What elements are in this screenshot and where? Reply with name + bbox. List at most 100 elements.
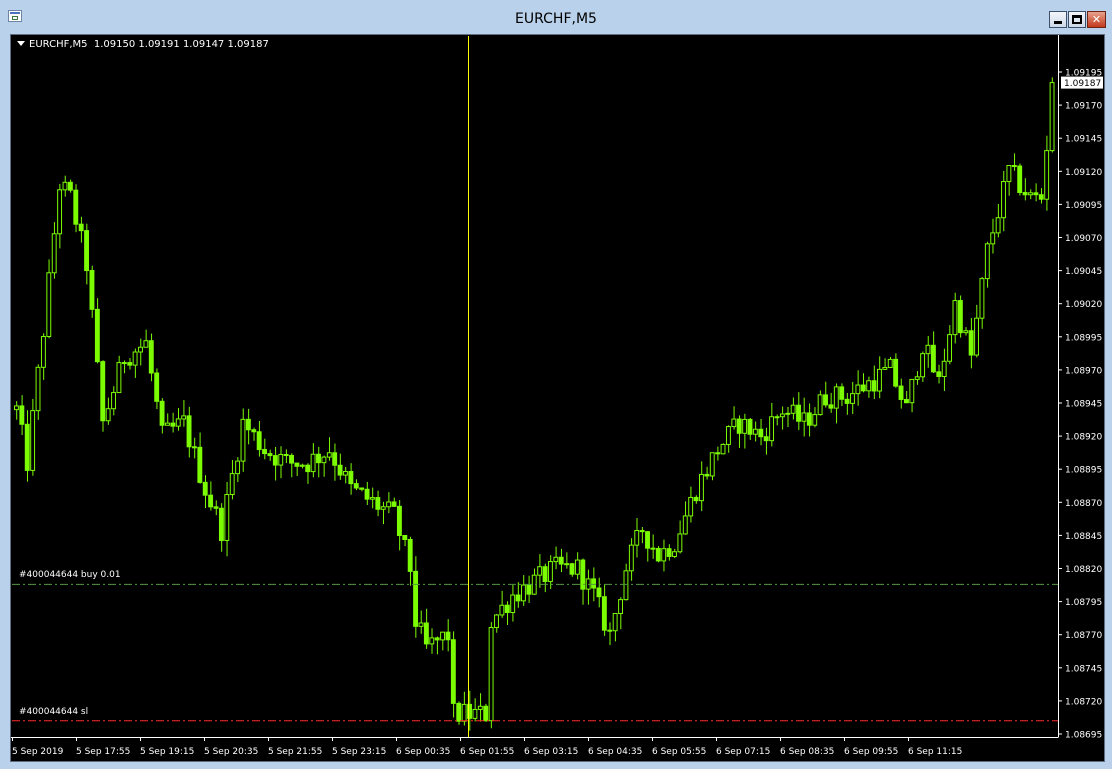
- candle-body: [709, 452, 715, 477]
- candle-body: [148, 340, 154, 374]
- price-chart[interactable]: 1.091951.091701.091451.091201.090951.090…: [11, 35, 1104, 761]
- candle-body: [326, 452, 332, 458]
- close-icon[interactable]: [1087, 11, 1106, 28]
- candle-body: [310, 453, 316, 473]
- candle-body: [1033, 192, 1039, 196]
- candle-body: [569, 563, 575, 575]
- candle-body: [218, 507, 224, 541]
- candle-body: [477, 705, 483, 710]
- candle-body: [299, 464, 305, 467]
- price-tick-label: 1.09170: [1065, 102, 1102, 112]
- candle-body: [850, 393, 855, 404]
- minimize-icon[interactable]: [1049, 11, 1067, 28]
- candle-body: [186, 415, 192, 448]
- candle-body: [769, 416, 775, 442]
- candle-body: [812, 414, 818, 426]
- time-tick-label: 6 Sep 11:15: [908, 747, 962, 757]
- candle-body: [375, 497, 381, 510]
- candle-body: [170, 422, 176, 427]
- candle-body: [779, 413, 785, 418]
- candle-body: [521, 584, 526, 602]
- buy-order-label[interactable]: #400044644 buy 0.01: [19, 570, 121, 581]
- price-tick-label: 1.09045: [1065, 267, 1102, 277]
- candle-body: [742, 418, 748, 434]
- candle-body: [132, 351, 138, 366]
- candle-body: [628, 544, 634, 572]
- candle-body: [666, 548, 672, 557]
- candle-body: [105, 408, 111, 422]
- candle-body: [785, 412, 791, 415]
- candle-body: [725, 426, 731, 445]
- candle-body: [472, 708, 478, 719]
- candle-body: [256, 431, 262, 451]
- candle-body: [542, 566, 548, 582]
- candle-body: [952, 300, 958, 336]
- candle-body: [693, 496, 699, 502]
- candle-body: [181, 415, 187, 420]
- candle-body: [100, 361, 106, 422]
- stop-loss-label[interactable]: #400044644 sl: [19, 707, 88, 718]
- maximize-icon[interactable]: [1068, 11, 1086, 28]
- price-tick-label: 1.08720: [1065, 697, 1102, 707]
- candle-body: [305, 464, 311, 473]
- time-tick-label: 6 Sep 03:15: [524, 747, 578, 757]
- candle-body: [1022, 191, 1028, 196]
- candle-body: [337, 464, 343, 476]
- candle-body: [202, 481, 208, 496]
- candle-body: [936, 371, 942, 377]
- chevron-down-icon[interactable]: [17, 41, 25, 46]
- candle-body: [499, 604, 505, 616]
- candle-body: [423, 622, 429, 645]
- candle-body: [73, 189, 79, 225]
- time-tick-label: 5 Sep 2019: [12, 747, 64, 757]
- candle-body: [591, 578, 597, 589]
- price-tick-label: 1.08920: [1065, 433, 1102, 443]
- candle-body: [19, 405, 25, 425]
- candle-body: [245, 418, 251, 431]
- candle-body: [979, 278, 985, 319]
- candle-body: [143, 340, 149, 348]
- candle-body: [154, 372, 160, 402]
- candle-body: [736, 418, 742, 434]
- candle-body: [704, 473, 710, 477]
- candle-body: [267, 453, 273, 457]
- time-tick-label: 6 Sep 05:55: [652, 747, 706, 757]
- candle-body: [957, 300, 963, 334]
- candle-body: [747, 418, 753, 435]
- candle-body: [1011, 165, 1017, 168]
- candle-body: [159, 400, 165, 426]
- candle-body: [688, 496, 694, 517]
- candle-body: [558, 556, 564, 565]
- candle-body: [677, 533, 683, 553]
- candle-body: [57, 189, 63, 235]
- candle-body: [418, 622, 424, 627]
- window-title: EURCHF,M5: [515, 11, 597, 27]
- time-tick-label: 5 Sep 20:35: [204, 747, 258, 757]
- candle-body: [650, 547, 656, 550]
- candle-body: [720, 443, 726, 455]
- candle-body: [601, 596, 607, 631]
- title-bar[interactable]: EURCHF,M5: [0, 0, 1112, 32]
- candle-body: [40, 336, 46, 368]
- candle-body: [941, 360, 947, 377]
- candle-body: [877, 368, 882, 392]
- candle-body: [224, 494, 230, 541]
- candle-body: [995, 217, 1001, 234]
- chart-area[interactable]: 1.09195 1.09170 1.09145 1.09120 1.09095 1.090…: [10, 34, 1105, 762]
- candle-body: [504, 604, 510, 614]
- time-tick-label: 6 Sep 04:35: [588, 747, 642, 757]
- candle-body: [272, 455, 278, 466]
- candle-body: [413, 570, 419, 627]
- candle-body: [89, 270, 95, 310]
- candle-body: [348, 471, 354, 485]
- candle-body: [402, 534, 408, 541]
- candle-body: [903, 398, 909, 404]
- candle-body: [283, 453, 289, 456]
- candle-body: [175, 418, 181, 427]
- chart-header: EURCHF,M5 1.09150 1.09191 1.09147 1.0918…: [17, 38, 269, 52]
- candle-body: [618, 599, 623, 614]
- candle-body: [564, 563, 570, 566]
- plot-background: [11, 35, 1104, 761]
- candle-body: [801, 412, 807, 422]
- candle-body: [855, 384, 861, 395]
